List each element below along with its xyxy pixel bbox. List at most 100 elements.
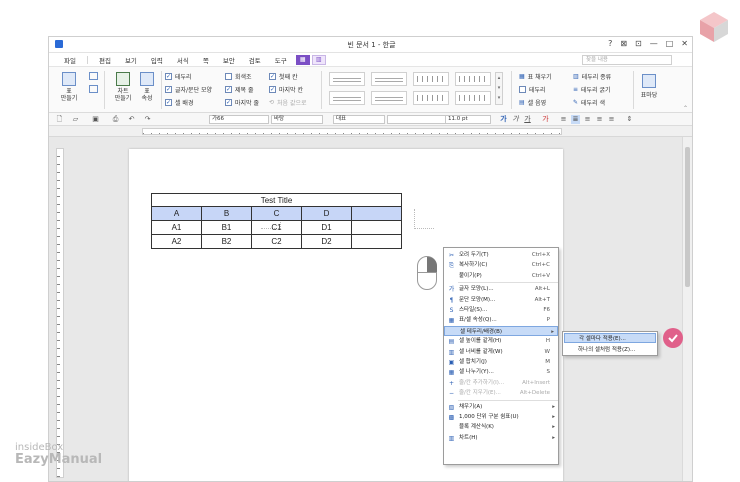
- menu-tools[interactable]: 도구: [268, 55, 294, 65]
- document-table[interactable]: Test Title A B C D A1 B1 C1 D1 A2 B2 C2 …: [151, 193, 402, 249]
- search-input[interactable]: 찾을 내용: [582, 55, 672, 65]
- redo-icon[interactable]: ↷: [143, 115, 152, 124]
- table-header-cell[interactable]: [351, 206, 402, 221]
- restore-icon[interactable]: ⊠: [620, 39, 627, 48]
- context-menu-item[interactable]: ▤ 셀 높이를 같게(H) H: [444, 336, 558, 346]
- style-select[interactable]: 가66: [209, 115, 269, 124]
- ribbon-collapse-icon[interactable]: ⌃: [683, 105, 688, 112]
- italic-icon[interactable]: 가: [511, 115, 520, 124]
- table-header-cell[interactable]: C: [251, 206, 302, 221]
- context-menu-item[interactable]: 가 글자 모양(L)... Alt+L: [444, 284, 558, 294]
- table-style-8[interactable]: [455, 91, 491, 105]
- style-name-select[interactable]: 바탕: [271, 115, 323, 124]
- context-menu-item[interactable]: ▧ 채우기(A) ▸: [444, 402, 558, 412]
- context-menu-item[interactable]: ▦ 셀 나누기(Y)... S: [444, 367, 558, 377]
- table-cell[interactable]: A2: [151, 234, 202, 249]
- table-style-7[interactable]: [413, 91, 449, 105]
- check-last-col[interactable]: ✓ 마지막 칸: [269, 85, 303, 94]
- apply-as-one-cell-item[interactable]: 하나의 셀처럼 적용(Z)...: [564, 345, 656, 355]
- table-props-button[interactable]: 표 속성: [136, 72, 158, 102]
- menu-edit[interactable]: 편집: [92, 55, 118, 65]
- table-style-4[interactable]: [455, 72, 491, 86]
- menu-security[interactable]: 보안: [216, 55, 242, 65]
- context-menu-item[interactable]: 블록 계산식(K) ▸: [444, 422, 558, 432]
- align-left-icon[interactable]: ≡: [559, 115, 568, 124]
- table-header-row[interactable]: A B C D: [151, 206, 402, 221]
- maximize-icon[interactable]: □: [666, 39, 674, 48]
- table-cell[interactable]: B1: [201, 220, 252, 235]
- table-style-3[interactable]: [413, 72, 449, 86]
- context-menu-item[interactable]: 셀 테두리/배경(B) ▸: [444, 325, 558, 336]
- lang-select[interactable]: 대표: [333, 115, 385, 124]
- menu-view[interactable]: 보기: [118, 55, 144, 65]
- table-yard-button[interactable]: 표마당: [637, 74, 661, 99]
- close-icon[interactable]: ✕: [681, 39, 688, 48]
- table-cell[interactable]: [351, 220, 402, 235]
- check-border[interactable]: ✓ 테두리: [165, 72, 192, 81]
- vertical-scrollbar[interactable]: [682, 137, 692, 481]
- undo-icon[interactable]: ↶: [127, 115, 136, 124]
- context-menu-item[interactable]: ¶ 문단 모양(M)... Alt+T: [444, 295, 558, 305]
- table-style-1[interactable]: [329, 72, 365, 86]
- border-button[interactable]: 테두리: [519, 85, 546, 94]
- font-size-input[interactable]: 11.0 pt: [445, 115, 491, 124]
- context-menu-item[interactable]: + 줄/칸 추가하기(I)... Alt+Insert: [444, 378, 558, 388]
- apply-each-cell-item[interactable]: 각 셀마다 적용(E)...: [564, 333, 656, 343]
- menu-insert[interactable]: 입력: [144, 55, 170, 65]
- context-menu-item[interactable]: ▣ 셀 합치기(J) M: [444, 357, 558, 367]
- reset-style-button[interactable]: ⟲ 처음 값으로: [269, 98, 307, 107]
- border-type-button[interactable]: ▥ 테두리 종류: [573, 72, 611, 81]
- table-cell[interactable]: C1: [251, 220, 302, 235]
- check-first-col[interactable]: ✓ 첫째 칸: [269, 72, 297, 81]
- small-grid-icon[interactable]: [89, 85, 98, 93]
- minimize-icon[interactable]: —: [650, 39, 658, 48]
- scroll-thumb[interactable]: [685, 147, 690, 287]
- check-char-para[interactable]: ✓ 글자/문단 모양: [165, 85, 212, 94]
- open-icon[interactable]: ▱: [71, 115, 80, 124]
- table-cell[interactable]: B2: [201, 234, 252, 249]
- underline-icon[interactable]: 가: [523, 115, 532, 124]
- table-row[interactable]: A1 B1 C1 D1: [151, 220, 402, 235]
- check-grayscale[interactable]: 회색조: [225, 72, 252, 81]
- style-scroll[interactable]: ▴ ▾ ▾: [495, 72, 503, 105]
- context-menu-item[interactable]: ▥ 셀 너비를 같게(W) W: [444, 347, 558, 357]
- table-tool-tab[interactable]: ▦: [295, 54, 310, 65]
- context-menu-item[interactable]: − 줄/칸 지우기(E)... Alt+Delete: [444, 388, 558, 398]
- table-cell[interactable]: D1: [301, 220, 352, 235]
- context-menu-item[interactable]: ▩ 1,000 단위 구분 쉼표(U) ▸: [444, 412, 558, 422]
- table-header-cell[interactable]: D: [301, 206, 352, 221]
- table-style-6[interactable]: [371, 91, 407, 105]
- align-justify-icon[interactable]: ≣: [571, 115, 580, 124]
- check-title-row[interactable]: ✓ 제목 줄: [225, 85, 253, 94]
- align-right-icon[interactable]: ≡: [595, 115, 604, 124]
- table-header-cell[interactable]: B: [201, 206, 252, 221]
- distribute-icon[interactable]: ≡: [607, 115, 616, 124]
- table-row[interactable]: A2 B2 C2 D2: [151, 234, 402, 249]
- context-menu-item[interactable]: ▦ 표/셀 속성(Q)... P: [444, 315, 558, 325]
- horizontal-ruler[interactable]: [49, 126, 692, 137]
- cell-shade-button[interactable]: ▤ 셀 음영: [519, 98, 546, 107]
- bold-icon[interactable]: 가: [499, 115, 508, 124]
- line-spacing-icon[interactable]: ⇕: [625, 115, 634, 124]
- context-menu-item[interactable]: ⎘ 복사하기(C) Ctrl+C: [444, 260, 558, 270]
- border-color-button[interactable]: ✎ 테두리 색: [573, 98, 605, 107]
- help-icon[interactable]: ?: [608, 39, 612, 48]
- table-title-cell[interactable]: Test Title: [151, 193, 402, 207]
- tile-icon[interactable]: ⊡: [635, 39, 642, 48]
- check-last-row[interactable]: ✓ 마지막 줄: [225, 98, 259, 107]
- table-cell[interactable]: D2: [301, 234, 352, 249]
- context-menu-item[interactable]: ▥ 차트(H) ▸: [444, 433, 558, 443]
- chart-make-button[interactable]: 차트 만들기: [109, 72, 137, 102]
- menu-review[interactable]: 검토: [242, 55, 268, 65]
- check-cell-bg[interactable]: ✓ 셀 배경: [165, 98, 193, 107]
- vertical-ruler[interactable]: [56, 148, 64, 478]
- table-fill-button[interactable]: ▦ 표 채우기: [519, 72, 552, 81]
- save-icon[interactable]: ▣: [91, 115, 100, 124]
- small-table-icon[interactable]: [89, 72, 98, 80]
- menu-file[interactable]: 파일: [57, 55, 83, 65]
- new-doc-icon[interactable]: 🗋: [55, 115, 64, 124]
- font-color-icon[interactable]: 가: [541, 115, 550, 124]
- table-style-2[interactable]: [371, 72, 407, 86]
- context-menu-item[interactable]: 붙이기(P) Ctrl+V: [444, 271, 558, 281]
- menu-format[interactable]: 서식: [170, 55, 196, 65]
